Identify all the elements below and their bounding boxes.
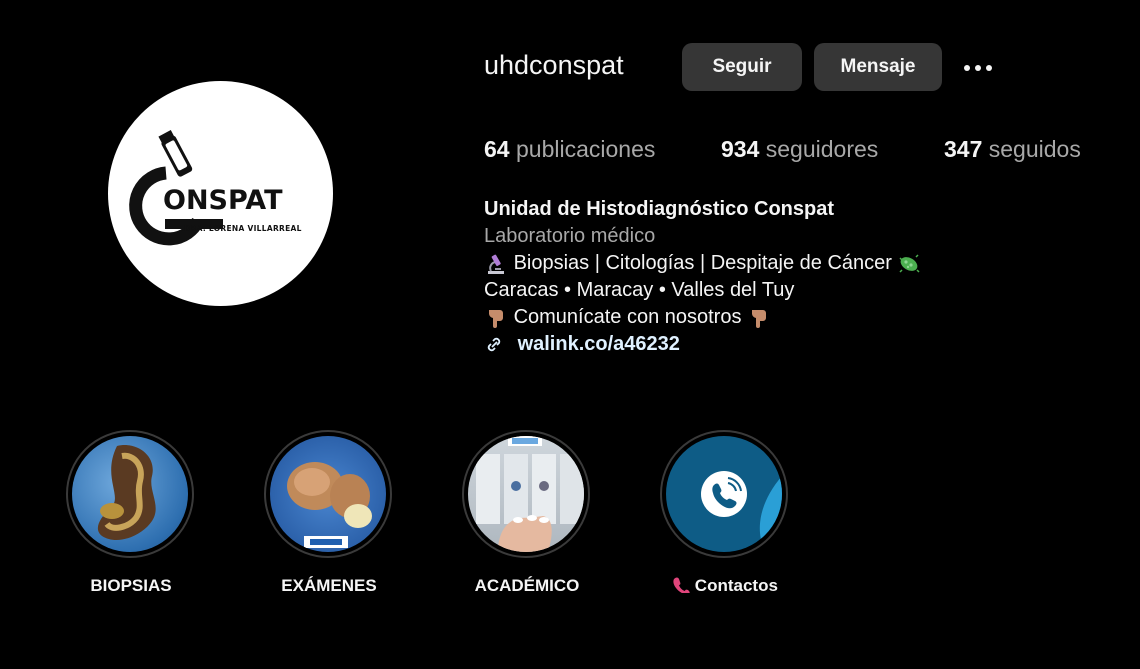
bio-contact-text: Comunícate con nosotros [513, 306, 742, 328]
bio-contact-line: Comunícate con nosotros [484, 304, 921, 331]
highlight-cover-contacts [666, 436, 782, 552]
posts-count: 64 publicaciones [484, 136, 655, 163]
logo-wordmark: ONSPAT [163, 185, 283, 216]
more-options-icon[interactable] [960, 56, 996, 80]
bio-services-text: Biopsias | Citologías | Despitaje de Cán… [513, 252, 892, 274]
following-count-label: seguidos [988, 136, 1081, 162]
bio-services: Biopsias | Citologías | Despitaje de Cán… [484, 250, 921, 277]
follow-button[interactable]: Seguir [682, 43, 802, 91]
profile-bio: Unidad de Histodiagnóstico Conspat Labor… [484, 196, 921, 358]
profile-avatar[interactable]: ONSPAT DRA. LORENA VILLARREAL [108, 81, 333, 306]
followers-count[interactable]: 934 seguidores [721, 136, 878, 163]
highlight-ring[interactable] [660, 430, 788, 558]
highlight-cover-biopsy [72, 436, 188, 552]
followers-count-value: 934 [721, 136, 760, 162]
microscope-icon [488, 254, 504, 274]
posts-count-label: publicaciones [515, 136, 656, 162]
highlight-ring[interactable] [462, 430, 590, 558]
highlight-label: Contactos [694, 576, 778, 595]
highlight-ring[interactable] [66, 430, 194, 558]
pointing-down-left-icon [489, 309, 503, 328]
following-count[interactable]: 347 seguidos [944, 136, 1081, 163]
highlight-ring[interactable] [264, 430, 392, 558]
bio-name: Unidad de Histodiagnóstico Conspat [484, 198, 835, 220]
link-icon [487, 337, 501, 351]
highlight-label: BIOPSIAS [90, 576, 172, 595]
highlight-cover-exams [270, 436, 386, 552]
microbe-icon [899, 254, 921, 273]
highlight-label: EXÁMENES [281, 576, 377, 595]
bio-link[interactable]: walink.co/a46232 [518, 333, 680, 355]
logo-subtitle: DRA. LORENA VILLARREAL [184, 224, 302, 233]
followers-count-label: seguidores [765, 136, 879, 162]
pointing-down-right-icon [752, 309, 767, 328]
bio-locations: Caracas • Maracay • Valles del Tuy [484, 279, 795, 301]
highlight-cover-academic [468, 436, 584, 552]
message-button[interactable]: Mensaje [814, 43, 942, 91]
posts-count-value: 64 [484, 136, 510, 162]
highlight-label-row: Contactos [640, 576, 810, 596]
highlight-label: ACADÉMICO [474, 576, 580, 595]
telephone-receiver-icon [673, 577, 690, 595]
bio-link-row[interactable]: walink.co/a46232 [484, 331, 921, 358]
profile-username: uhdconspat [484, 50, 624, 80]
following-count-value: 347 [944, 136, 983, 162]
bio-category[interactable]: Laboratorio médico [484, 223, 921, 250]
